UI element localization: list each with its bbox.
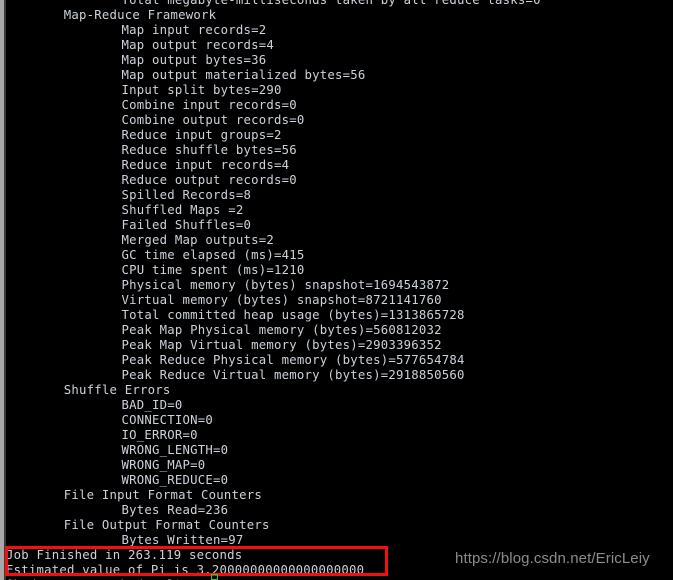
terminal-line: Peak Map Virtual memory (bytes)=29033963…	[121, 338, 442, 352]
terminal-line: Job Finished in 263.119 seconds	[6, 548, 243, 562]
terminal-line: Map output bytes=36	[121, 53, 267, 67]
terminal-line: Total megabyte-milliseconds taken by all…	[121, 0, 541, 7]
terminal-line: Map output materialized bytes=56	[121, 68, 366, 82]
terminal-line: Shuffled Maps =2	[121, 203, 244, 217]
terminal-line: Bytes Read=236	[121, 503, 229, 517]
terminal-line: File Input Format Counters	[63, 488, 262, 502]
terminal-line: IO_ERROR=0	[121, 428, 198, 442]
terminal-line: Physical memory (bytes) snapshot=1694543…	[121, 278, 450, 292]
terminal-line: BAD_ID=0	[121, 398, 183, 412]
terminal-window: Total megabyte-milliseconds taken by all…	[0, 0, 673, 580]
terminal-line: CONNECTION=0	[121, 413, 213, 427]
terminal-line: Combine output records=0	[121, 113, 305, 127]
terminal-line: Peak Map Physical memory (bytes)=5608120…	[121, 323, 442, 337]
terminal-line: WRONG_LENGTH=0	[121, 443, 229, 457]
terminal-line: WRONG_MAP=0	[121, 458, 206, 472]
terminal-line: Map input records=2	[121, 23, 267, 37]
terminal-line: Peak Reduce Physical memory (bytes)=5776…	[121, 353, 465, 367]
terminal-cursor	[211, 574, 218, 580]
terminal-line: Peak Reduce Virtual memory (bytes)=29188…	[121, 368, 465, 382]
terminal-line: Shuffle Errors	[63, 383, 171, 397]
terminal-line: CPU time spent (ms)=1210	[121, 263, 305, 277]
terminal-line: Estimated value of Pi is 3.2000000000000…	[6, 563, 365, 577]
terminal-output-area[interactable]: Total megabyte-milliseconds taken by all…	[6, 0, 673, 580]
terminal-line: WRONG_REDUCE=0	[121, 473, 229, 487]
terminal-line: Virtual memory (bytes) snapshot=87211417…	[121, 293, 442, 307]
terminal-line: Map-Reduce Framework	[63, 8, 217, 22]
terminal-line: Combine input records=0	[121, 98, 297, 112]
terminal-line: Failed Shuffles=0	[121, 218, 252, 232]
terminal-line: Spilled Records=8	[121, 188, 252, 202]
terminal-line: Merged Map outputs=2	[121, 233, 274, 247]
terminal-line: Bytes Written=97	[121, 533, 244, 547]
terminal-line: Map output records=4	[121, 38, 274, 52]
terminal-line: File Output Format Counters	[63, 518, 270, 532]
terminal-line: Reduce input groups=2	[121, 128, 282, 142]
terminal-line: Reduce input records=4	[121, 158, 290, 172]
terminal-line: Total committed heap usage (bytes)=13138…	[121, 308, 465, 322]
terminal-line: GC time elapsed (ms)=415	[121, 248, 305, 262]
terminal-line: Input split bytes=290	[121, 83, 282, 97]
terminal-line: Reduce output records=0	[121, 173, 297, 187]
terminal-line: Reduce shuffle bytes=56	[121, 143, 297, 157]
watermark-url: https://blog.csdn.net/EricLeiy	[455, 550, 650, 567]
